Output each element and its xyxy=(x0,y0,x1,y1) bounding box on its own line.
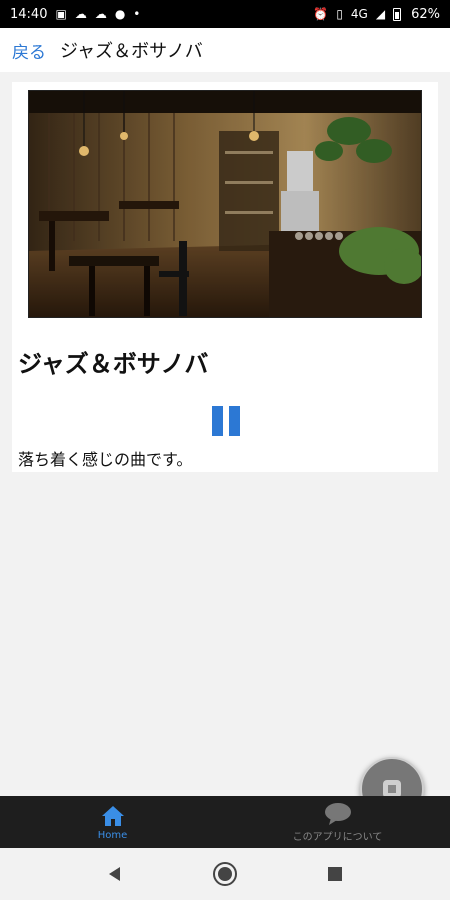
tab-about[interactable]: このアプリについて xyxy=(225,796,450,848)
message-icon: ● xyxy=(114,7,126,21)
page-title: ジャズ＆ボサノバ xyxy=(60,41,203,62)
track-title: ジャズ＆ボサノバ xyxy=(18,350,209,378)
gallery-icon: ▣ xyxy=(55,7,67,21)
pause-icon xyxy=(229,406,240,436)
pause-button[interactable] xyxy=(210,406,242,438)
network-type: 4G xyxy=(350,7,368,21)
back-button[interactable]: 戻る xyxy=(12,38,46,63)
cloud-icon: ☁ xyxy=(94,7,107,21)
status-time: 14:40 xyxy=(10,6,48,22)
back-triangle-icon xyxy=(109,867,120,881)
status-bar: 14:40 ▣ ☁ ☁ ● • ⏰ ▯ 4G ◢ 62% xyxy=(0,0,450,28)
nav-home-button[interactable] xyxy=(205,854,245,894)
signal-icon: ◢ xyxy=(375,7,386,21)
cloud-icon: ☁ xyxy=(74,7,87,21)
system-nav-bar xyxy=(0,848,450,900)
square-icon xyxy=(328,867,342,881)
nav-recents-button[interactable] xyxy=(315,854,355,894)
tab-home-label: Home xyxy=(97,829,128,841)
chat-bubble-icon xyxy=(324,802,351,825)
nav-back-button[interactable] xyxy=(95,854,135,894)
home-icon xyxy=(101,805,124,826)
vibrate-icon: ▯ xyxy=(336,7,343,21)
battery-level: 62% xyxy=(411,6,440,22)
dot-icon: • xyxy=(133,7,141,21)
alarm-icon: ⏰ xyxy=(313,7,329,21)
app-header: 戻る ジャズ＆ボサノバ xyxy=(0,28,450,72)
track-description: 落ち着く感じの曲です。 xyxy=(18,450,193,469)
track-card: ジャズ＆ボサノバ 落ち着く感じの曲です。 xyxy=(12,82,438,472)
bottom-tab-bar: Home このアプリについて xyxy=(0,796,450,848)
tab-about-label: このアプリについて xyxy=(292,831,383,843)
battery-icon xyxy=(393,7,402,21)
cafe-interior-image xyxy=(28,90,422,318)
pause-icon xyxy=(212,406,223,436)
home-circle-icon xyxy=(213,862,237,886)
tab-home[interactable]: Home xyxy=(0,796,225,848)
